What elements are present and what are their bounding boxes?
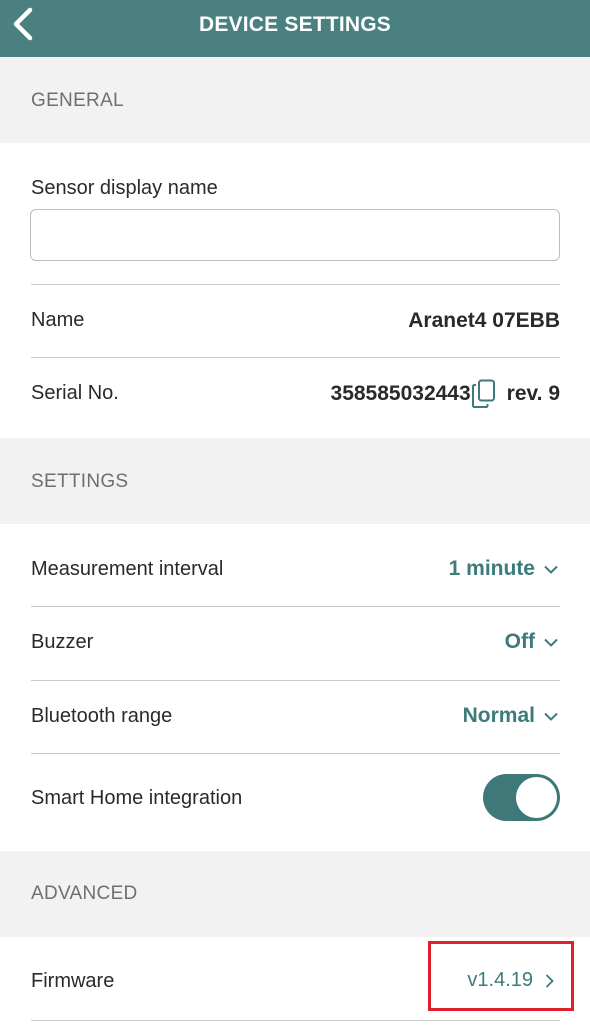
section-header-general: GENERAL	[0, 57, 590, 143]
smart-home-label: Smart Home integration	[31, 787, 243, 809]
divider	[31, 1020, 560, 1021]
page-title: DEVICE SETTINGS	[198, 13, 392, 36]
smart-home-toggle[interactable]	[483, 774, 560, 821]
divider	[31, 606, 560, 607]
firmware-label: Firmware	[31, 970, 115, 992]
bluetooth-range-value: Normal	[462, 704, 535, 727]
section-label-settings: SETTINGS	[31, 471, 129, 492]
bluetooth-range-select[interactable]: Normal	[463, 704, 558, 728]
divider	[31, 357, 560, 358]
divider	[31, 680, 560, 681]
buzzer-value: Off	[504, 630, 535, 653]
measurement-interval-select[interactable]: 1 minute	[449, 557, 558, 581]
sensor-display-name-label: Sensor display name	[31, 177, 218, 199]
toggle-knob	[516, 777, 557, 818]
serial-value: 358585032443	[330, 382, 471, 405]
highlight-box	[428, 941, 574, 1011]
section-label-advanced: ADVANCED	[31, 883, 138, 904]
chevron-down-icon	[544, 565, 558, 574]
top-bar: DEVICE SETTINGS	[0, 0, 590, 57]
buzzer-select[interactable]: Off	[505, 630, 558, 654]
serial-row: 358585032443 rev. 9	[331, 379, 560, 409]
sensor-display-name-input[interactable]	[30, 209, 560, 261]
measurement-interval-value: 1 minute	[448, 557, 535, 580]
section-label-general: GENERAL	[31, 90, 124, 111]
divider	[31, 753, 560, 754]
name-value: Aranet4 07EBB	[408, 309, 560, 332]
divider	[31, 284, 560, 285]
section-header-settings: SETTINGS	[0, 438, 590, 524]
name-label: Name	[31, 309, 85, 331]
section-header-advanced: ADVANCED	[0, 851, 590, 937]
copy-icon[interactable]	[471, 379, 497, 409]
revision-value: rev. 9	[506, 382, 560, 405]
bluetooth-range-label: Bluetooth range	[31, 705, 173, 727]
serial-label: Serial No.	[31, 382, 119, 404]
chevron-down-icon	[544, 712, 558, 721]
measurement-interval-label: Measurement interval	[31, 558, 224, 580]
chevron-down-icon	[544, 638, 558, 647]
buzzer-label: Buzzer	[31, 631, 94, 653]
